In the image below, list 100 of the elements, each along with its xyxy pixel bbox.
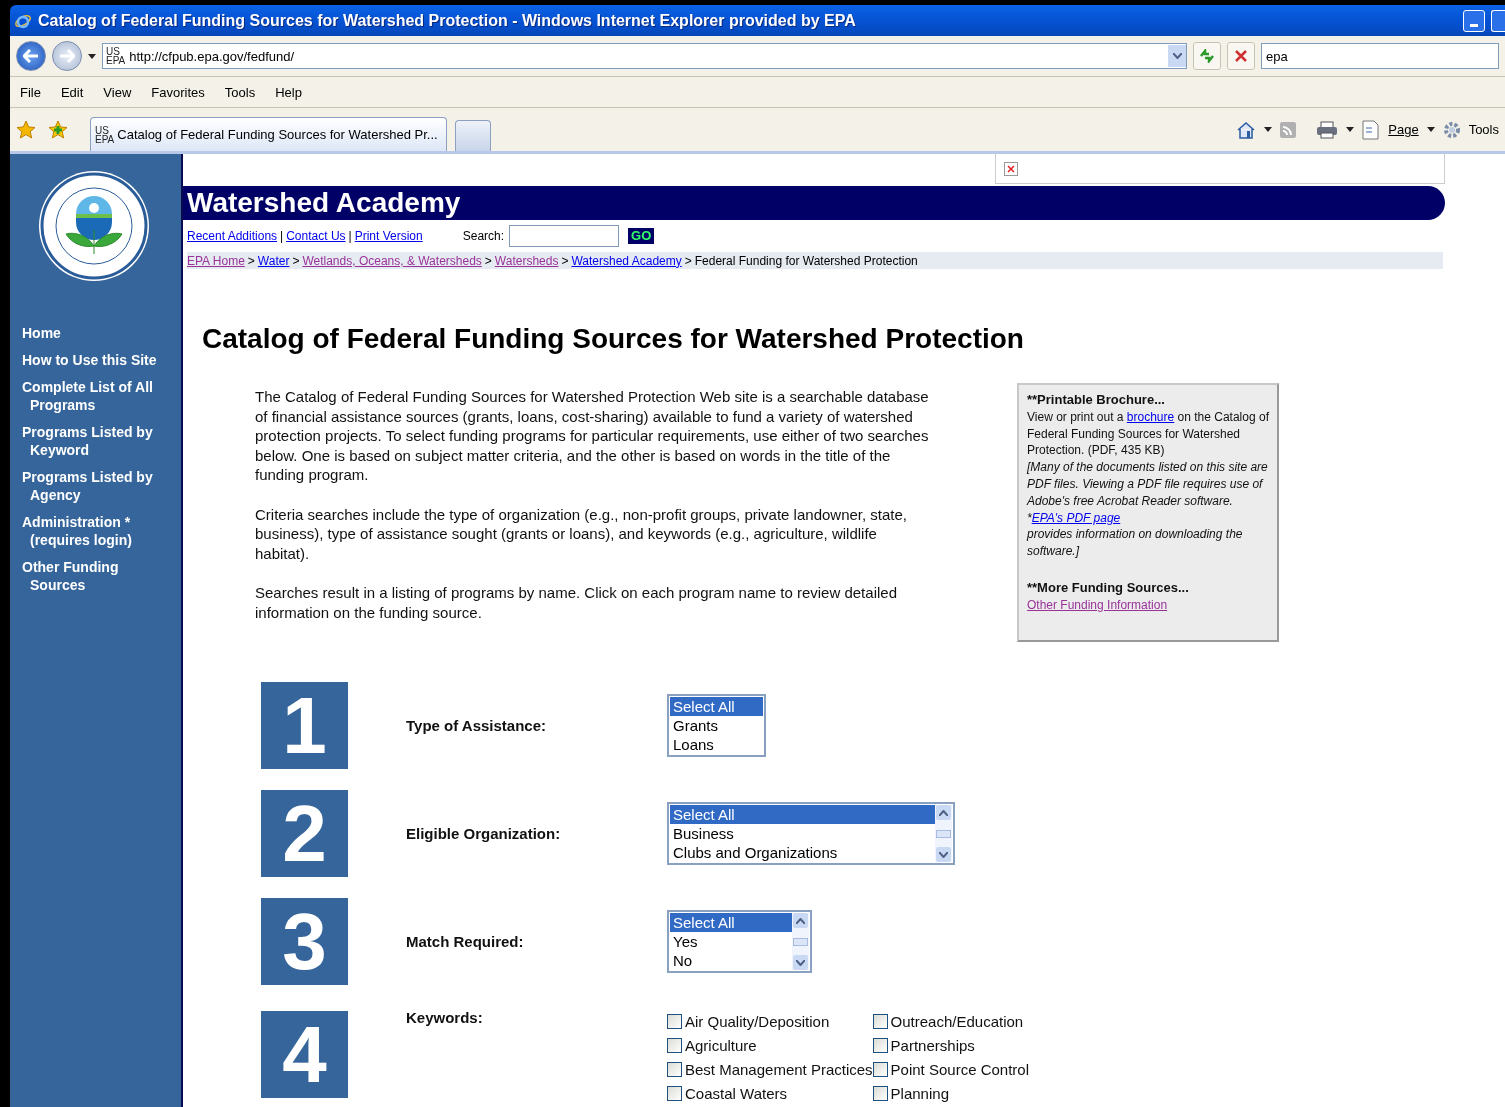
- settings-icon[interactable]: [1442, 120, 1461, 139]
- step-number: 4: [261, 1011, 348, 1098]
- list-box[interactable]: Select All Yes No: [667, 910, 812, 973]
- checkbox[interactable]: [667, 1014, 682, 1029]
- go-button[interactable]: GO: [628, 228, 655, 244]
- new-tab-button[interactable]: [454, 120, 491, 151]
- forward-button[interactable]: [52, 41, 82, 71]
- list-option[interactable]: No: [670, 951, 792, 970]
- sidebar-link[interactable]: Other Funding Sources: [22, 558, 181, 594]
- checkbox[interactable]: [667, 1038, 682, 1053]
- step-number: 1: [261, 682, 348, 769]
- restore-button[interactable]: [1491, 9, 1505, 32]
- checkbox[interactable]: [872, 1086, 888, 1101]
- print-icon[interactable]: [1316, 120, 1339, 139]
- add-favorite-icon[interactable]: [48, 119, 68, 140]
- scroll-thumb[interactable]: [793, 937, 808, 946]
- scroll-thumb[interactable]: [936, 829, 951, 838]
- caret-icon[interactable]: [1426, 127, 1435, 132]
- other-funding-link[interactable]: Other Funding Information: [1027, 597, 1168, 612]
- breadcrumb-current: Federal Funding for Watershed Protection: [694, 253, 918, 268]
- breadcrumb-link[interactable]: Watershed Academy: [571, 253, 682, 268]
- breadcrumb-link[interactable]: Water: [257, 253, 290, 268]
- box-heading: **More Funding Sources...: [1027, 579, 1190, 597]
- site-search-input[interactable]: [509, 225, 620, 247]
- checkbox[interactable]: [872, 1014, 888, 1029]
- menu-item[interactable]: Help: [275, 84, 302, 100]
- stop-button[interactable]: [1227, 42, 1255, 70]
- brochure-link[interactable]: brochure: [1126, 409, 1175, 424]
- intro-paragraph: The Catalog of Federal Funding Sources for Watershed Protection Web site is a searchable database of financial assistance sources (grants, loans, cost-sharing) available to fund a variety of watershed protection projects. To select funding programs for particular requirements, use either of two searches below. One is based on subject matter criteria, and the other is based on words in the title of the funding program.: [255, 387, 930, 485]
- scroll-up-button[interactable]: [793, 913, 808, 928]
- caret-icon[interactable]: [88, 53, 96, 59]
- menu-item[interactable]: View: [103, 84, 132, 100]
- utility-link[interactable]: Recent Additions: [187, 229, 278, 243]
- site-label: US EPA: [106, 47, 126, 65]
- checkbox[interactable]: [667, 1062, 682, 1077]
- caret-icon[interactable]: [1264, 127, 1273, 132]
- keyword-label: Coastal Waters: [685, 1085, 787, 1102]
- menu-item[interactable]: Favorites: [151, 84, 205, 100]
- list-option[interactable]: Select All: [670, 805, 935, 824]
- star-icon[interactable]: [16, 119, 36, 140]
- brochure-text: View or print out a brochure on the Catalog of Federal Funding Sources for Watershed Protection. (PDF, 435 KB): [1027, 408, 1269, 460]
- refresh-icon[interactable]: [1199, 49, 1215, 63]
- scrollbar[interactable]: [935, 805, 952, 862]
- sidebar-link[interactable]: Home: [22, 324, 181, 342]
- breadcrumb-separator: >: [484, 253, 492, 268]
- tools-menu[interactable]: Tools: [1468, 122, 1499, 137]
- search-field[interactable]: epa: [1261, 43, 1499, 69]
- sidebar-link[interactable]: How to Use this Site: [22, 351, 181, 369]
- checkbox[interactable]: [872, 1038, 888, 1053]
- list-option[interactable]: Yes: [670, 932, 792, 951]
- step-number: 2: [261, 790, 348, 877]
- sidebar-link[interactable]: Complete List of All Programs: [22, 378, 181, 414]
- pdf-page-link[interactable]: EPA's PDF page: [1031, 510, 1121, 525]
- refresh-button[interactable]: [1193, 42, 1221, 70]
- keyword-label: Partnerships: [890, 1037, 975, 1054]
- utility-link[interactable]: Print Version: [354, 229, 423, 243]
- intro-paragraph: Criteria searches include the type of organization (e.g., non-profit groups, private landowner, state, business), type of assistance sought (grants or loans), and keywords (e.g., agriculture, wildlife habitat).: [255, 504, 909, 563]
- pdf-note: [Many of the documents listed on this site are PDF files. Viewing a PDF file requires use of Adobe's free Acrobat Reader software. *EPA's PDF page provides information on downloading the software.]: [1027, 459, 1269, 560]
- scrollbar[interactable]: [792, 913, 809, 970]
- back-arrow-icon[interactable]: [23, 49, 39, 63]
- caret-icon[interactable]: [1346, 127, 1355, 132]
- step-label: Type of Assistance:: [406, 717, 548, 734]
- menu-item[interactable]: Tools: [224, 84, 256, 100]
- list-box[interactable]: Select All Business Clubs and Organizations: [667, 802, 955, 865]
- page-heading: Catalog of Federal Funding Sources for Watershed Protection: [202, 323, 1025, 355]
- search-label: Search:: [462, 229, 505, 243]
- menu-item[interactable]: Edit: [60, 84, 84, 100]
- address-dropdown-button[interactable]: [1168, 45, 1186, 67]
- scroll-down-button[interactable]: [936, 847, 951, 862]
- breadcrumb-link[interactable]: Wetlands, Oceans, & Watersheds: [302, 253, 482, 268]
- banner-title: Watershed Academy: [187, 187, 461, 219]
- scroll-up-button[interactable]: [936, 805, 951, 820]
- back-button[interactable]: [16, 41, 46, 71]
- sidebar-link[interactable]: Administration * (requires login): [22, 513, 181, 549]
- checkbox[interactable]: [667, 1086, 682, 1101]
- list-option[interactable]: Grants: [670, 716, 763, 735]
- menu-item[interactable]: File: [20, 84, 41, 100]
- minimize-icon[interactable]: [1470, 23, 1478, 27]
- breadcrumb-separator: >: [684, 253, 692, 268]
- page-menu[interactable]: Page: [1388, 122, 1419, 137]
- home-icon[interactable]: [1236, 120, 1257, 139]
- list-option[interactable]: Business: [670, 824, 935, 843]
- keyword-label: Agriculture: [685, 1037, 757, 1054]
- step-label: Match Required:: [406, 933, 525, 950]
- close-icon[interactable]: [1235, 50, 1247, 62]
- box-heading: **Printable Brochure...: [1027, 392, 1166, 409]
- minimize-button[interactable]: [1463, 9, 1485, 32]
- list-option[interactable]: Loans: [670, 735, 763, 754]
- sidebar-link[interactable]: Programs Listed by Agency: [22, 468, 181, 504]
- scroll-down-button[interactable]: [793, 955, 808, 970]
- checkbox[interactable]: [872, 1062, 888, 1077]
- step-label: Keywords:: [406, 1009, 484, 1026]
- list-option[interactable]: Select All: [670, 913, 792, 932]
- breadcrumb-link[interactable]: Watersheds: [494, 253, 559, 268]
- sidebar-link[interactable]: Programs Listed by Keyword: [22, 423, 181, 459]
- breadcrumb-link[interactable]: EPA Home: [187, 253, 245, 268]
- list-option[interactable]: Clubs and Organizations: [670, 843, 935, 862]
- list-option[interactable]: Select All: [670, 697, 763, 716]
- utility-link[interactable]: Contact Us: [286, 229, 346, 243]
- list-box[interactable]: Select All Grants Loans: [667, 694, 766, 757]
